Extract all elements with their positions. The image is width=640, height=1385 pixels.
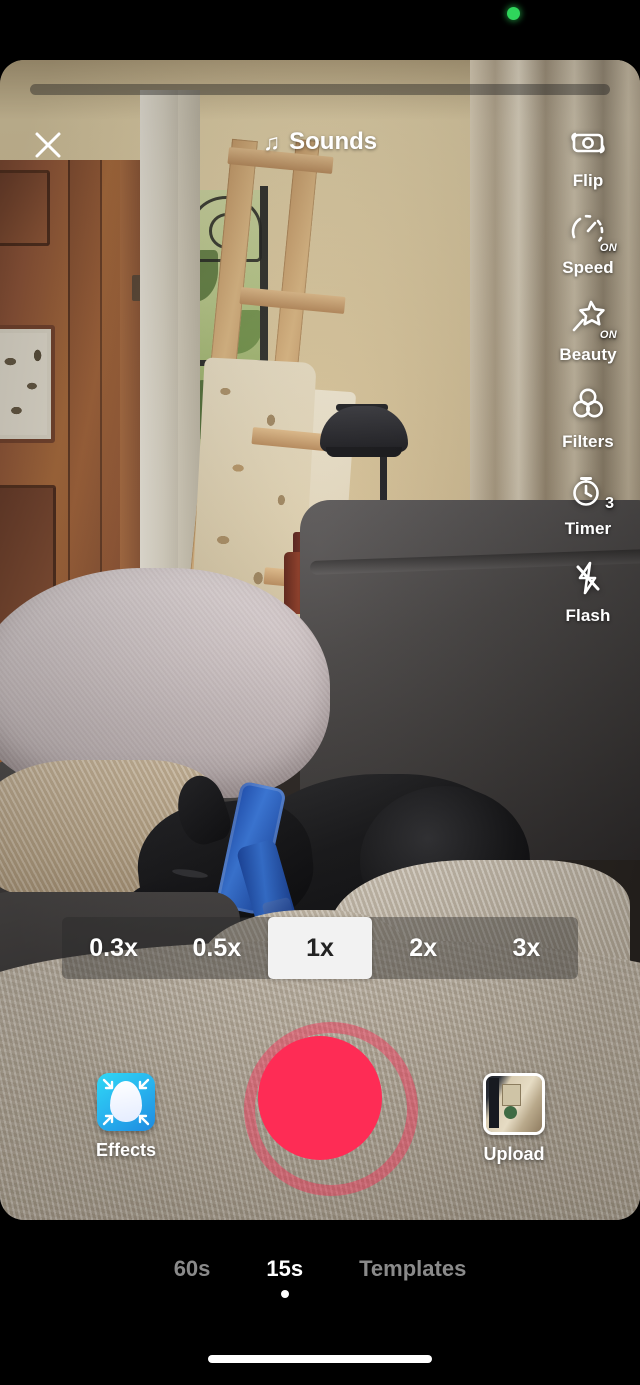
capture-controls-row: Effects Upload [0,1022,640,1196]
magic-wand-star-icon: ON [565,294,617,341]
sounds-label: Sounds [289,128,378,155]
capture-mode-tabs: 60s 15s Templates [0,1256,640,1298]
rail-item-flash[interactable]: Flash [536,555,640,626]
mode-tab-60s[interactable]: 60s [174,1256,211,1282]
gallery-thumb-plant [504,1106,517,1119]
scene-door-panel-top [0,170,50,246]
rail-label-filters: Filters [562,432,614,451]
rail-item-flip[interactable]: Flip [536,120,640,191]
music-note-icon: ♫ [262,128,281,155]
camera-active-indicator-dot [507,7,520,20]
effects-face-icon [97,1073,155,1131]
zoom-option-3x[interactable]: 3x [475,917,578,979]
beauty-on-badge: ON [599,329,617,341]
rail-label-timer: Timer [564,519,612,538]
zoom-option-1x[interactable]: 1x [268,917,372,979]
phone-screen: ♫ Sounds Flip ON Speed ON Beauty Filters… [0,0,640,1385]
zoom-level-selector[interactable]: 0.3x 0.5x 1x 2x 3x [62,917,578,979]
mode-tab-templates[interactable]: Templates [359,1256,466,1282]
upload-button[interactable]: Upload [449,1073,579,1165]
record-button-core [258,1036,382,1160]
camera-flip-icon [565,120,611,166]
zoom-option-2x[interactable]: 2x [372,917,475,979]
zoom-option-0.3x[interactable]: 0.3x [62,917,165,979]
gallery-thumb-door [489,1078,499,1128]
stopwatch-icon: 3 [565,468,614,514]
flash-off-icon [565,555,611,601]
home-indicator-bar[interactable] [208,1355,432,1363]
rail-label-flip: Flip [572,171,604,190]
gallery-thumb-picture [502,1084,521,1106]
record-button[interactable] [244,1022,418,1196]
effects-button[interactable]: Effects [61,1073,191,1161]
three-circles-icon [565,381,611,427]
active-mode-indicator-dot [280,1290,289,1298]
rail-item-timer[interactable]: 3 Timer [536,468,640,539]
recording-progress-track [30,84,610,95]
rail-label-flash: Flash [565,606,611,625]
mode-tab-15s[interactable]: 15s [266,1256,303,1298]
rail-item-beauty[interactable]: ON Beauty [536,294,640,365]
timer-value-badge: 3 [605,495,614,512]
scene-door-glass-panel [0,325,55,443]
gallery-thumbnail-image [486,1076,542,1132]
effects-label: Effects [95,1140,157,1160]
zoom-option-0.5x[interactable]: 0.5x [165,917,268,979]
speed-on-badge: ON [599,242,617,254]
camera-tools-rail: Flip ON Speed ON Beauty Filters 3 Timer … [536,120,640,642]
upload-label: Upload [483,1144,545,1164]
rail-label-speed: Speed [562,258,614,277]
gallery-thumbnail [483,1073,545,1135]
speedometer-icon: ON [565,207,617,254]
rail-item-speed[interactable]: ON Speed [536,207,640,278]
rail-label-beauty: Beauty [559,345,617,364]
rail-item-filters[interactable]: Filters [536,381,640,452]
